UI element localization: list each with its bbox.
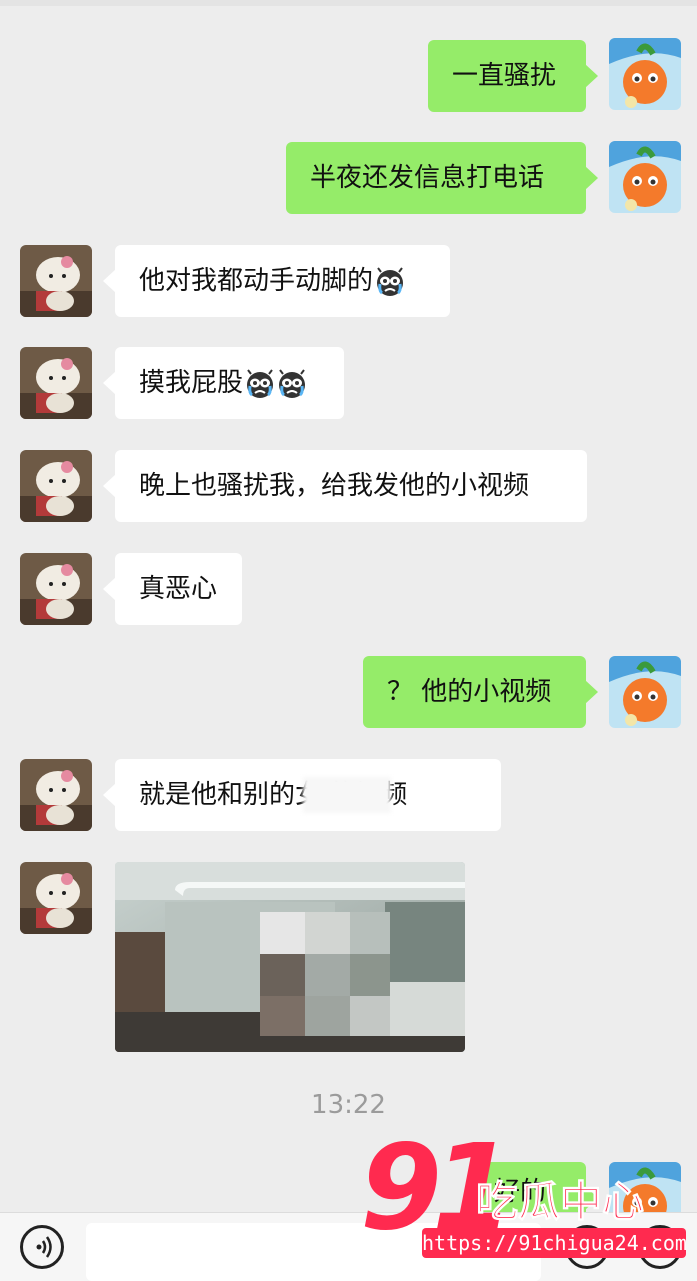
my-message-bubble[interactable]: ？ 他的小视频 — [363, 656, 598, 728]
contact-message-bubble[interactable]: 他对我都动手动脚的 — [103, 245, 450, 317]
contact-message-bubble[interactable]: 就是他和别的女 的视频 — [103, 759, 501, 831]
my-avatar[interactable] — [609, 656, 681, 728]
message-text: 摸我屁股 — [139, 368, 244, 398]
watermark-brand-text: 吃瓜中心 — [475, 1177, 645, 1227]
video-message-thumbnail[interactable] — [115, 862, 465, 1052]
contact-avatar[interactable] — [20, 347, 92, 419]
voice-icon[interactable] — [20, 1225, 64, 1269]
contact-avatar[interactable] — [20, 553, 92, 625]
my-message-bubble[interactable]: 一直骚扰 — [428, 40, 598, 112]
message-text: 半夜还发信息打电话 — [310, 163, 545, 193]
contact-message-bubble[interactable]: 晚上也骚扰我，给我发他的小视频 — [103, 450, 587, 522]
contact-avatar[interactable] — [20, 862, 92, 934]
crying-face-emoji-icon — [375, 266, 405, 297]
message-text: 晚上也骚扰我，给我发他的小视频 — [139, 471, 530, 501]
status-bar-edge — [0, 0, 697, 6]
redaction-blur — [303, 777, 391, 813]
message-text: 一直骚扰 — [452, 61, 557, 91]
message-text: 他对我都动手动脚的 — [139, 266, 374, 296]
crying-face-emoji-icon — [277, 368, 307, 399]
my-avatar[interactable] — [609, 38, 681, 110]
crying-face-emoji-icon — [245, 368, 275, 399]
site-watermark: 91 吃瓜中心 https://91chigua24.com — [360, 1128, 697, 1268]
my-message-bubble[interactable]: 半夜还发信息打电话 — [286, 142, 598, 214]
contact-message-bubble[interactable]: 摸我屁股 — [103, 347, 344, 419]
message-text: 真恶心 — [139, 574, 218, 604]
my-avatar[interactable] — [609, 141, 681, 213]
message-text: ？ 他的小视频 — [387, 677, 552, 707]
message-timestamp: 13:22 — [311, 1090, 386, 1120]
contact-avatar[interactable] — [20, 245, 92, 317]
contact-message-bubble[interactable]: 真恶心 — [103, 553, 242, 625]
contact-avatar[interactable] — [20, 450, 92, 522]
contact-avatar[interactable] — [20, 759, 92, 831]
watermark-url: https://91chigua24.com — [422, 1228, 687, 1258]
